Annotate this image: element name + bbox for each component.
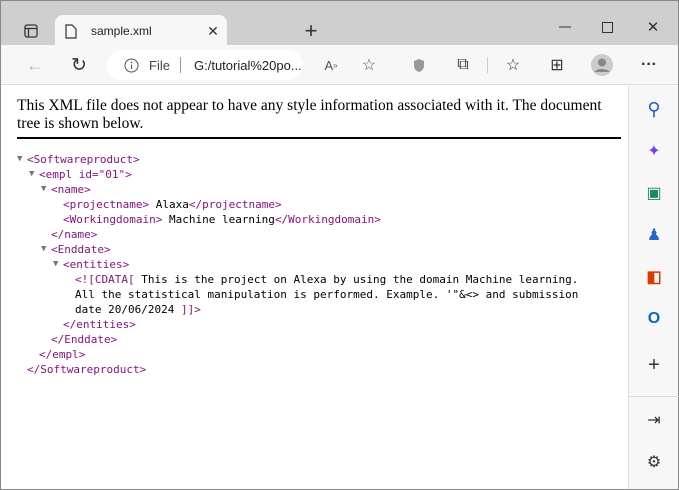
new-tab-icon[interactable]: + [299,18,323,43]
toolbar: ← ↻ File G:/tutorial%20po... A» ☆ ⧉ ☆ ⊞ … [1,45,678,85]
divider [180,57,181,73]
file-icon [63,23,79,39]
sidebar: ⚲ ✦ ▣ ♟ ◧ O + ⇥ ⚙ [628,86,679,489]
tools-icon[interactable]: ▣ [629,178,679,208]
xml-tag: <empl id="01"> [39,168,132,181]
copilot-icon[interactable]: ✦ [629,136,679,166]
xml-text: Alaxa [149,198,189,211]
xml-text: Machine learning [162,213,275,226]
tab-title: sample.xml [91,24,152,38]
xml-line: <Workingdomain> Machine learning</Workin… [17,212,578,227]
xml-line: </entities> [17,317,578,332]
xml-tag: <Enddate> [51,243,111,256]
favorites-icon[interactable]: ☆ [501,53,525,77]
shield-icon[interactable] [407,53,431,77]
xml-line: </Enddate> [17,332,578,347]
xml-close-tag: </projectname> [188,198,282,211]
xml-line: ▼ <entities> [17,257,578,272]
tab-sample-xml[interactable]: sample.xml ✕ [55,15,227,47]
xml-tag: </name> [51,228,98,241]
close-window-icon[interactable]: ✕ [641,15,665,39]
xml-tag: <Workingdomain> [63,213,163,226]
xml-tag: <projectname> [63,198,150,211]
xml-tag: <Softwareproduct> [27,153,140,166]
xml-tag: </Enddate> [51,333,118,346]
hide-sidebar-icon[interactable]: ⇥ [629,405,679,435]
xml-close-tag: ]]> [180,303,201,316]
browser-window: sample.xml ✕ + ✕ ← ↻ File G:/tutorial%20… [0,0,679,490]
xml-tag: </Softwareproduct> [27,363,147,376]
read-aloud-icon[interactable]: A» [319,53,343,77]
info-icon[interactable] [123,57,139,73]
xml-text: All the statistical manipulation is perf… [75,288,579,301]
more-icon[interactable]: ··· [637,53,661,77]
xml-line: All the statistical manipulation is perf… [17,287,578,302]
back-icon[interactable]: ← [23,53,47,77]
collapse-toggle-icon[interactable]: ▼ [41,242,46,257]
office-icon[interactable]: ◧ [629,262,679,292]
xml-line: <![CDATA[ This is the project on Alexa b… [17,272,578,287]
xml-line: ▼ <Enddate> [17,242,578,257]
xml-text: date 20/06/2024 [75,303,181,316]
collections-icon[interactable]: ⊞ [545,53,569,77]
collapse-toggle-icon[interactable]: ▼ [53,257,58,272]
tab-actions-icon[interactable] [19,19,43,43]
url-text[interactable]: G:/tutorial%20po... [194,58,302,73]
xml-tag: <name> [51,183,91,196]
xml-close-tag: </Workingdomain> [274,213,381,226]
xml-tree: ▼ <Softwareproduct> ▼ <empl id="01"> ▼ <name>… [17,152,578,377]
xml-line: </Softwareproduct> [17,362,578,377]
minimize-icon[interactable] [553,15,577,39]
add-favorite-icon[interactable]: ☆ [357,53,381,77]
page-content: This XML file does not appear to have an… [6,86,628,489]
xml-line: </empl> [17,347,578,362]
xml-text: This is the project on Alexa by using th… [134,273,579,286]
collapse-toggle-icon[interactable]: ▼ [17,152,22,167]
xml-line: ▼ <Softwareproduct> [17,152,578,167]
add-icon[interactable]: + [629,350,679,380]
xml-line: ▼ <name> [17,182,578,197]
scheme-label: File [149,57,170,73]
divider [629,396,679,397]
title-bar: sample.xml ✕ + ✕ [1,1,678,47]
xml-line: </name> [17,227,578,242]
profile-avatar[interactable] [590,53,614,77]
no-style-info: This XML file does not appear to have an… [17,97,621,139]
address-bar[interactable]: File G:/tutorial%20po... [107,50,303,80]
divider [487,57,488,73]
extensions-icon[interactable]: ⧉ [451,53,475,77]
xml-tag: <![CDATA[ [75,273,135,286]
refresh-icon[interactable]: ↻ [67,53,91,77]
settings-icon[interactable]: ⚙ [629,447,679,477]
outlook-icon[interactable]: O [629,304,679,334]
collapse-toggle-icon[interactable]: ▼ [29,167,34,182]
xml-line: <projectname> Alaxa</projectname> [17,197,578,212]
collapse-toggle-icon[interactable]: ▼ [41,182,46,197]
xml-tag: </empl> [39,348,86,361]
xml-tag: <entities> [63,258,130,271]
xml-line: ▼ <empl id="01"> [17,167,578,182]
games-icon[interactable]: ♟ [629,220,679,250]
maximize-icon[interactable] [595,15,619,39]
close-tab-icon[interactable]: ✕ [205,23,221,39]
xml-line: date 20/06/2024 ]]> [17,302,578,317]
search-icon[interactable]: ⚲ [629,94,679,124]
xml-tag: </entities> [63,318,136,331]
